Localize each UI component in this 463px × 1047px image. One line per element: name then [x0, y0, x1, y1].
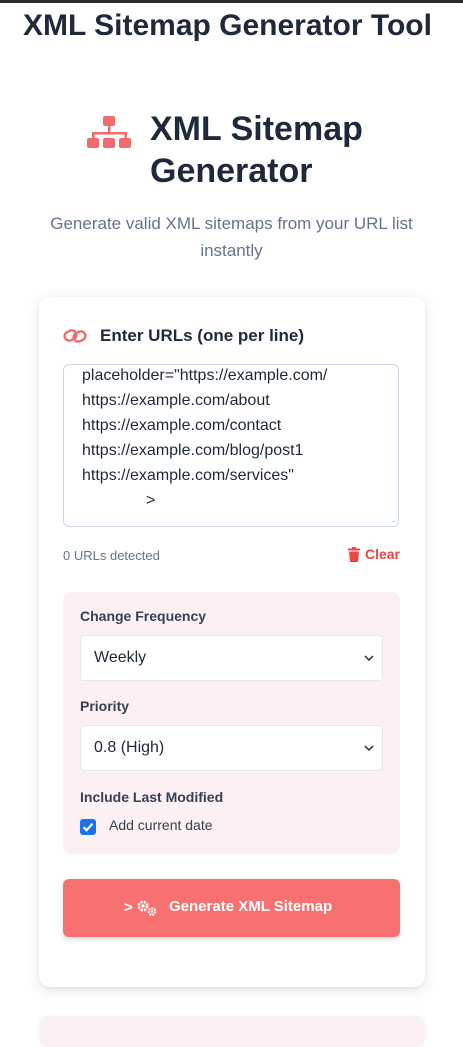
last-modified-label: Include Last Modified — [80, 789, 224, 805]
clear-label: Clear — [364, 546, 400, 562]
sitemap-icon — [87, 116, 131, 148]
check-icon — [82, 823, 94, 832]
last-modified-checkbox-label: Add current date — [109, 817, 213, 833]
chevron-down-icon — [364, 655, 374, 662]
resize-handle-icon[interactable]: . — [393, 515, 395, 524]
results-card — [39, 1017, 425, 1047]
url-input-header: Enter URLs (one per line) — [63, 324, 403, 348]
generate-sitemap-button[interactable]: > Generate XML Sitemap — [63, 879, 400, 937]
clear-button[interactable]: Clear — [347, 546, 400, 562]
options-panel: Change Frequency Weekly Priority 0.8 (Hi… — [63, 592, 400, 854]
frequency-value: Weekly — [94, 649, 147, 666]
textarea-line: https://example.com/services" — [82, 467, 294, 484]
frequency-label: Change Frequency — [80, 608, 207, 624]
textarea-line: > — [146, 492, 156, 509]
textarea-line: placeholder="https://example.com/ — [82, 367, 328, 384]
urls-textarea[interactable]: placeholder="https://example.com/ https:… — [63, 364, 399, 527]
textarea-line: https://example.com/contact — [82, 417, 282, 434]
textarea-line: https://example.com/about — [82, 392, 270, 409]
priority-select[interactable]: 0.8 (High) — [80, 725, 383, 771]
generate-prefix: > — [124, 899, 133, 916]
chevron-down-icon — [364, 745, 374, 752]
link-icon — [63, 329, 87, 343]
priority-value: 0.8 (High) — [94, 739, 165, 756]
trash-icon — [347, 546, 360, 562]
frequency-select[interactable]: Weekly — [80, 635, 383, 681]
textarea-line: https://example.com/blog/post1 — [82, 442, 304, 459]
generator-card: Enter URLs (one per line) placeholder="h… — [39, 297, 425, 987]
priority-label: Priority — [80, 698, 130, 714]
url-count: 0 URLs detected — [63, 548, 160, 563]
generate-label: Generate XML Sitemap — [169, 898, 333, 915]
url-input-label: Enter URLs (one per line) — [100, 326, 305, 345]
hero-subtitle: Generate valid XML sitemaps from your UR… — [50, 214, 413, 260]
hero-title: XML Sitemap Generator — [150, 110, 363, 190]
top-bar — [0, 0, 463, 3]
hero: XML Sitemap Generator Generate valid XML… — [0, 106, 463, 260]
last-modified-checkbox[interactable] — [80, 819, 96, 835]
page-title: XML Sitemap Generator Tool — [23, 9, 432, 42]
cogs-icon — [137, 900, 157, 916]
